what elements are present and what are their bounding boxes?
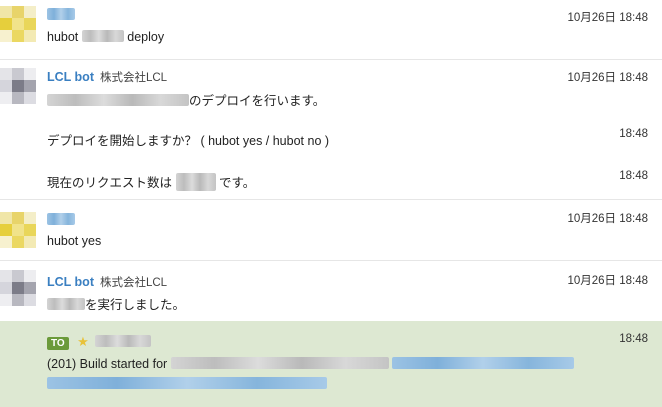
message-row: LCL bot 株式会社LCL 10月26日 18:48 を実行しました。: [0, 261, 662, 321]
sender-org: 株式会社LCL: [99, 72, 168, 84]
user-avatar[interactable]: [0, 6, 36, 42]
message-row: LCL bot 株式会社LCL 10月26日 18:48 のデプロイを行います。 …: [0, 60, 662, 200]
message-text: (201) Build started for: [47, 357, 575, 371]
to-badge[interactable]: TO: [47, 337, 69, 350]
message-text: hubot yes: [47, 234, 102, 248]
redacted-link[interactable]: [392, 357, 575, 369]
message-row-highlighted: TO ★ 18:48 (201) Build started for: [0, 321, 662, 407]
message-text: 現在のリクエスト数は です。: [47, 172, 255, 191]
redacted-text: [47, 298, 85, 310]
message-time: 10月26日 18:48: [567, 275, 648, 287]
message-row: 10月26日 18:48 hubot deploy: [0, 0, 662, 60]
message-time: 10月26日 18:48: [567, 12, 648, 24]
message-text: のデプロイを行います。: [47, 90, 325, 109]
sender-name[interactable]: LCL bot 株式会社LCL: [47, 69, 167, 85]
redacted-text: [170, 357, 389, 369]
sender-org: 株式会社LCL: [99, 277, 168, 289]
bot-avatar[interactable]: [0, 270, 36, 306]
message-text: hubot deploy: [47, 30, 165, 44]
redacted-text: [47, 94, 189, 106]
sender-name-redacted[interactable]: [47, 8, 75, 20]
message-time: 18:48: [619, 333, 648, 345]
sender-name[interactable]: LCL bot 株式会社LCL: [47, 274, 167, 290]
message-row: 10月26日 18:48 hubot yes: [0, 200, 662, 261]
message-text: を実行しました。: [47, 294, 185, 313]
message-time: 18:48: [619, 170, 648, 182]
message-time: 10月26日 18:48: [567, 72, 648, 84]
sender-name-redacted[interactable]: [47, 213, 75, 225]
redacted-text: [81, 30, 124, 42]
bot-avatar[interactable]: [0, 68, 36, 104]
redacted-text: [175, 173, 216, 191]
message-time: 10月26日 18:48: [567, 213, 648, 225]
message-text-cont: [47, 377, 327, 391]
message-time: 18:48: [619, 128, 648, 140]
user-avatar[interactable]: [0, 212, 36, 248]
redacted-recipient[interactable]: [95, 335, 152, 347]
star-icon: ★: [77, 334, 89, 349]
message-text: デプロイを開始しますか？ ( hubot yes / hubot no ): [47, 134, 330, 148]
message-header: TO ★: [47, 333, 152, 351]
redacted-link[interactable]: [47, 377, 327, 389]
